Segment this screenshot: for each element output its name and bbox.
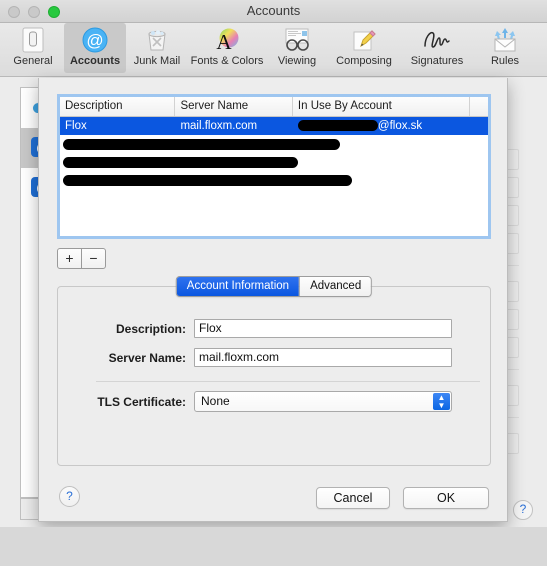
toolbar-item-composing[interactable]: Composing	[328, 23, 400, 73]
toolbar-item-rules[interactable]: Rules	[474, 23, 536, 73]
column-header-server-name[interactable]: Server Name	[175, 97, 293, 116]
preferences-toolbar: General @ Accounts Junk Mail A Fonts & C…	[0, 23, 547, 77]
cell-account-domain: @flox.sk	[377, 120, 423, 132]
table-row[interactable]	[60, 135, 488, 153]
form-separator	[96, 381, 480, 382]
label-server-name: Server Name:	[108, 350, 186, 365]
toolbar-label: Accounts	[69, 55, 121, 67]
tls-certificate-select[interactable]: None ▲ ▼	[194, 391, 452, 412]
help-icon: ?	[519, 502, 527, 516]
font-colors-icon: A	[188, 26, 266, 54]
rules-envelope-icon	[474, 26, 536, 54]
form-row-tls-certificate: TLS Certificate: None ▲ ▼	[58, 391, 452, 412]
add-remove-server-group: + −	[57, 248, 106, 269]
toolbar-item-accounts[interactable]: @ Accounts	[64, 23, 126, 73]
cell-in-use-by-account: @flox.sk	[293, 120, 470, 132]
chevron-updown-icon: ▲ ▼	[433, 393, 450, 410]
toolbar-label: Fonts & Colors	[190, 55, 264, 67]
pencil-icon	[328, 26, 400, 54]
form-row-description: Description: Flox	[58, 319, 452, 338]
toolbar-item-viewing[interactable]: Viewing	[266, 23, 328, 73]
window-title: Accounts	[246, 3, 301, 18]
label-tls-certificate: TLS Certificate:	[97, 394, 186, 409]
redaction-bar	[63, 138, 340, 150]
tab-segmented-control: Account Information Advanced	[175, 276, 373, 297]
table-row[interactable]: Flox mail.floxm.com @flox.sk	[60, 117, 488, 135]
form-row-server-name: Server Name: mail.floxm.com	[58, 348, 452, 367]
table-header-row: Description Server Name In Use By Accoun…	[60, 97, 488, 117]
redaction-bar	[63, 174, 352, 186]
signature-icon	[400, 26, 474, 54]
toolbar-label: Junk Mail	[133, 55, 181, 67]
description-input[interactable]: Flox	[194, 319, 452, 338]
table-row[interactable]	[60, 171, 488, 189]
toolbar-label: Composing	[336, 55, 392, 67]
column-header-description[interactable]: Description	[60, 97, 176, 116]
redaction-bar	[63, 156, 298, 168]
toolbar-label: Signatures	[410, 55, 464, 67]
toolbar-item-junk-mail[interactable]: Junk Mail	[126, 23, 188, 73]
account-server-settings-sheet: Description Server Name In Use By Accoun…	[38, 78, 508, 522]
cancel-button[interactable]: Cancel	[316, 487, 390, 509]
tls-certificate-value: None	[201, 394, 230, 408]
server-settings-tabbox: Account Information Advanced Description…	[57, 276, 491, 466]
toolbar-item-general[interactable]: General	[2, 23, 64, 73]
mail-preferences-window: Accounts General @ Accounts Junk Mail A …	[0, 0, 547, 527]
column-header-in-use-by-account[interactable]: In Use By Account	[293, 97, 471, 116]
tab-account-information[interactable]: Account Information	[176, 277, 300, 296]
remove-server-button[interactable]: −	[81, 249, 105, 268]
toolbar-item-fonts-colors[interactable]: A Fonts & Colors	[188, 23, 266, 73]
window-titlebar: Accounts	[0, 0, 547, 23]
table-row[interactable]	[60, 153, 488, 171]
help-button-window[interactable]: ?	[513, 500, 533, 520]
ok-button[interactable]: OK	[403, 487, 489, 509]
help-button-sheet[interactable]: ?	[59, 486, 80, 507]
server-name-input[interactable]: mail.floxm.com	[194, 348, 452, 367]
svg-text:@: @	[86, 31, 103, 50]
toolbar-label: Viewing	[277, 55, 317, 67]
redaction-bar	[297, 120, 378, 132]
tab-advanced[interactable]: Advanced	[299, 277, 372, 296]
at-sign-icon: @	[64, 26, 126, 54]
add-server-button[interactable]: +	[58, 249, 81, 268]
help-icon: ?	[66, 489, 73, 503]
label-description: Description:	[115, 321, 186, 336]
general-icon	[2, 26, 64, 54]
smtp-accounts-table[interactable]: Description Server Name In Use By Accoun…	[57, 94, 491, 239]
cell-server-name: mail.floxm.com	[180, 120, 258, 132]
toolbar-label: Rules	[490, 55, 520, 67]
trash-icon	[126, 26, 188, 54]
cell-description: Flox	[65, 120, 87, 132]
toolbar-label: General	[13, 55, 53, 67]
glasses-icon	[266, 26, 328, 54]
column-header-blank[interactable]	[470, 97, 488, 116]
svg-text:A: A	[216, 30, 232, 53]
toolbar-item-signatures[interactable]: Signatures	[400, 23, 474, 73]
